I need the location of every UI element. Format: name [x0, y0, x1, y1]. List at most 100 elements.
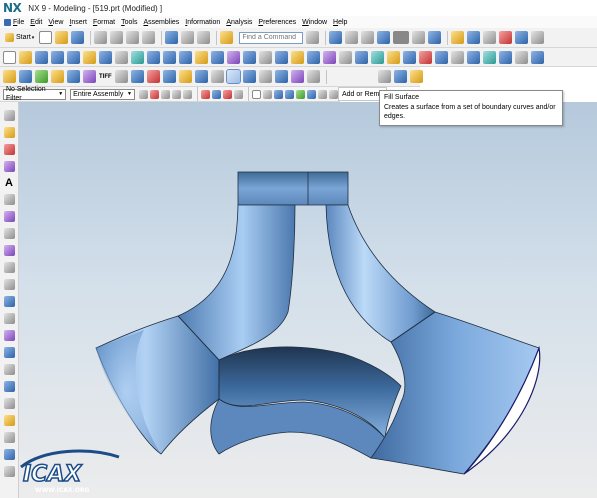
roles-icon[interactable] — [515, 31, 529, 44]
extrude-icon[interactable] — [19, 50, 32, 64]
select-edge-icon[interactable] — [183, 89, 192, 99]
subtract-icon[interactable] — [163, 50, 176, 64]
extension-icon[interactable] — [194, 70, 208, 83]
studio-surface-icon[interactable] — [499, 50, 512, 64]
redo-icon[interactable] — [181, 31, 195, 44]
menu-item-help[interactable]: Help — [333, 19, 347, 26]
project-curve-icon[interactable] — [3, 245, 15, 256]
line-tool-icon[interactable] — [3, 110, 15, 121]
rotate-icon[interactable] — [361, 31, 375, 44]
datum-axis-icon[interactable] — [403, 50, 416, 64]
split-body-icon[interactable] — [307, 50, 320, 64]
material-icon[interactable] — [19, 70, 32, 83]
render-style-icon[interactable] — [393, 31, 410, 44]
menu-item-tools[interactable]: Tools — [121, 19, 137, 26]
menu-item-assemblies[interactable]: Assemblies — [143, 19, 179, 26]
raytrace-icon[interactable] — [83, 70, 96, 83]
pattern-icon[interactable] — [259, 50, 272, 64]
snap-view-icon[interactable] — [467, 31, 481, 44]
n-sided-surface-icon[interactable] — [531, 50, 544, 64]
section-curve-icon[interactable] — [3, 330, 15, 341]
undo-icon[interactable] — [165, 31, 179, 44]
open-folder-icon[interactable] — [55, 31, 69, 44]
bridge-curve-icon[interactable] — [3, 262, 15, 273]
tiff-label[interactable]: TIFF — [99, 74, 112, 80]
menu-item-edit[interactable]: Edit — [30, 19, 42, 26]
unite-icon[interactable] — [147, 50, 160, 64]
point-icon[interactable] — [435, 50, 448, 64]
menu-item-information[interactable]: Information — [185, 19, 220, 26]
composite-curve-icon[interactable] — [3, 279, 15, 290]
decal-icon[interactable] — [51, 70, 64, 83]
trim-sheet-icon[interactable] — [306, 70, 320, 83]
filter-icon[interactable] — [139, 89, 148, 99]
menu-item-file[interactable]: File — [4, 18, 24, 26]
hole-icon[interactable] — [51, 50, 64, 64]
intersection-curve-icon[interactable] — [3, 296, 15, 307]
x-form-icon[interactable] — [242, 70, 256, 83]
face-blend-icon[interactable] — [146, 70, 160, 83]
grid-snap-icon[interactable] — [296, 89, 305, 99]
offset-face-icon[interactable] — [323, 50, 336, 64]
fit-view-icon[interactable] — [329, 31, 343, 44]
cut-icon[interactable] — [94, 31, 108, 44]
image-icon[interactable] — [67, 70, 80, 83]
menu-item-insert[interactable]: Insert — [69, 19, 87, 26]
edit-curve-icon[interactable] — [3, 398, 15, 409]
trim-curve-icon[interactable] — [3, 364, 15, 375]
wave-link-icon[interactable] — [393, 70, 407, 83]
menu-item-analysis[interactable]: Analysis — [226, 19, 252, 26]
through-curve-mesh-icon[interactable] — [467, 50, 480, 64]
fill-surface-highlight-icon[interactable] — [409, 70, 423, 83]
extract-curve-icon[interactable] — [3, 347, 15, 358]
shell-icon[interactable] — [243, 50, 256, 64]
new-file-icon[interactable] — [39, 31, 53, 44]
isoparametric-icon[interactable] — [3, 313, 15, 324]
model-3d-view[interactable] — [19, 102, 597, 498]
menu-item-preferences[interactable]: Preferences — [258, 19, 296, 26]
command-finder-icon[interactable] — [220, 31, 234, 44]
lasso-icon[interactable] — [263, 89, 272, 99]
global-shaping-icon[interactable] — [290, 70, 304, 83]
snap-end-icon[interactable] — [212, 89, 221, 99]
curve-icon[interactable] — [307, 89, 316, 99]
thicken-icon[interactable] — [339, 50, 352, 64]
intersect-icon[interactable] — [179, 50, 192, 64]
divide-curve-icon[interactable] — [3, 381, 15, 392]
cylinder-icon[interactable] — [377, 70, 391, 83]
swept-icon[interactable] — [483, 50, 496, 64]
ruled-icon[interactable] — [515, 50, 528, 64]
save-icon[interactable] — [71, 31, 85, 44]
snap-point-icon[interactable] — [201, 89, 210, 99]
start-button[interactable]: Start ▾ — [3, 32, 36, 43]
wcs-icon[interactable] — [451, 31, 465, 44]
datum-plane-icon[interactable] — [387, 50, 400, 64]
view-iso-icon[interactable] — [285, 89, 294, 99]
selection-filter-dropdown[interactable]: No Selection Filter ▼ — [3, 86, 67, 102]
helix-tool-icon[interactable] — [3, 211, 15, 222]
snap-mid-icon[interactable] — [223, 89, 232, 99]
mirror-icon[interactable] — [275, 50, 288, 64]
law-extension-icon[interactable] — [210, 70, 224, 83]
chamfer-icon[interactable] — [211, 50, 224, 64]
patch-icon[interactable] — [371, 50, 384, 64]
zoom-icon[interactable] — [345, 31, 359, 44]
trim-body-icon[interactable] — [291, 50, 304, 64]
pocket-icon[interactable] — [83, 50, 96, 64]
through-curves-icon[interactable] — [451, 50, 464, 64]
view-triad-icon[interactable] — [274, 89, 283, 99]
snap-center-icon[interactable] — [234, 89, 243, 99]
texture-icon[interactable] — [35, 70, 48, 83]
copy-icon[interactable] — [110, 31, 124, 44]
select-face-icon[interactable] — [172, 89, 181, 99]
boss-icon[interactable] — [67, 50, 80, 64]
window-icon[interactable] — [531, 31, 545, 44]
search-icon[interactable] — [306, 31, 320, 44]
fillet-curve-icon[interactable] — [3, 415, 15, 426]
export-image-icon[interactable] — [114, 70, 128, 83]
bridge-surface-icon[interactable] — [162, 70, 176, 83]
fill-surface-icon[interactable] — [225, 69, 241, 84]
datum-csys-icon[interactable] — [419, 50, 432, 64]
light-icon[interactable] — [3, 70, 16, 83]
spline-tool-icon[interactable] — [3, 161, 15, 172]
